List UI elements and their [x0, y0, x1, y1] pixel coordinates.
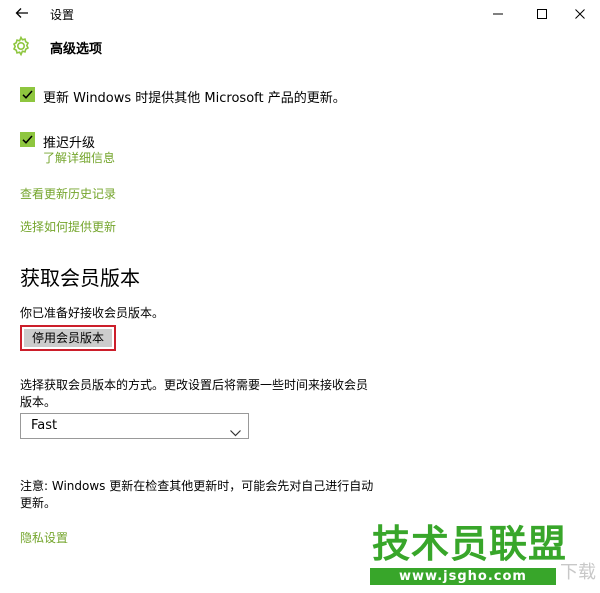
checkbox-label-other-products: 更新 Windows 时提供其他 Microsoft 产品的更新。 [43, 91, 346, 106]
dropdown-selected-value: Fast [31, 418, 58, 433]
maximize-button[interactable] [525, 0, 559, 28]
stop-insider-button[interactable]: 停用会员版本 [24, 329, 112, 347]
watermark-url: www.jsgho.com [370, 568, 556, 585]
title-bar: 设置 [0, 0, 600, 28]
back-arrow-icon[interactable] [14, 5, 32, 23]
gear-icon [10, 35, 32, 57]
view-update-history-link[interactable]: 查看更新历史记录 [20, 185, 116, 202]
watermark-side-text: 下载 [560, 562, 596, 583]
learn-more-link[interactable]: 了解详细信息 [43, 149, 115, 166]
window-title: 设置 [50, 8, 75, 22]
stop-insider-button-highlight: 停用会员版本 [20, 325, 116, 351]
close-button[interactable] [563, 0, 597, 28]
chevron-down-icon [230, 422, 241, 441]
insider-ready-text: 你已准备好接收会员版本。 [20, 306, 165, 320]
checkmark-icon [22, 90, 33, 99]
watermark: 技术员联盟 www.jsgho.com 下载 [370, 524, 600, 593]
insider-ring-dropdown[interactable]: Fast [20, 413, 249, 439]
note-text-line2: 更新。 [20, 496, 57, 510]
checkbox-other-products[interactable] [20, 87, 35, 102]
checkbox-defer-upgrades[interactable] [20, 132, 35, 147]
minimize-button[interactable] [481, 0, 515, 28]
insider-heading: 获取会员版本 [20, 266, 140, 290]
page-header: 高级选项 [0, 28, 600, 64]
note-text-line1: 注意: Windows 更新在检查其他更新时，可能会先对自己进行自动 [20, 479, 374, 493]
choose-ring-text-line1: 选择获取会员版本的方式。更改设置后将需要一些时间来接收会员 [20, 378, 369, 392]
choose-ring-text-line2: 版本。 [20, 395, 57, 409]
privacy-settings-link[interactable]: 隐私设置 [20, 529, 68, 546]
checkmark-icon [22, 135, 33, 144]
choose-delivery-link[interactable]: 选择如何提供更新 [20, 218, 116, 235]
watermark-brand: 技术员联盟 [372, 522, 568, 566]
page-title: 高级选项 [50, 42, 103, 57]
